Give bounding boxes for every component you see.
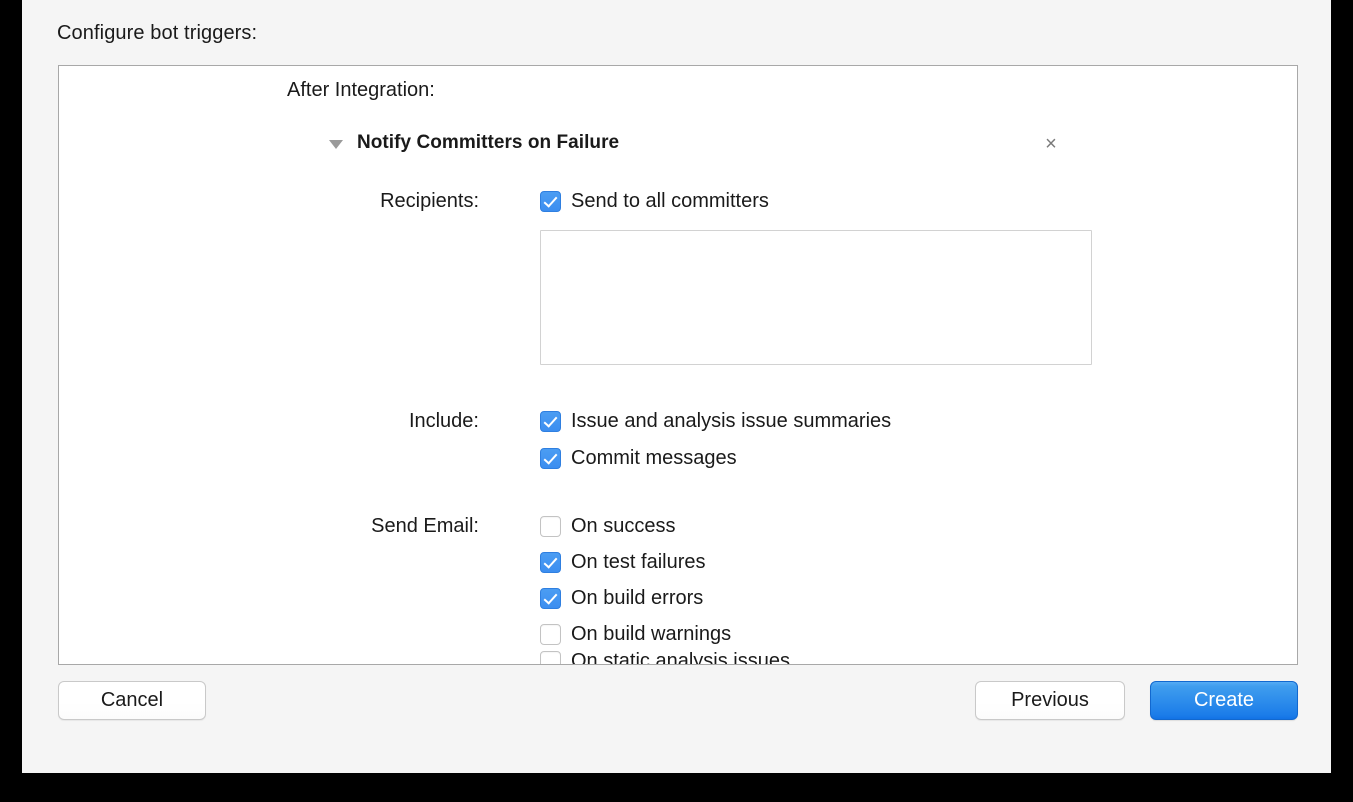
commit-messages-checkbox[interactable]	[540, 447, 561, 469]
section-heading-after-integration: After Integration:	[287, 79, 435, 101]
triggers-panel-content: After Integration: Notify Committers on …	[59, 66, 1297, 664]
configure-triggers-sheet: Configure bot triggers: After Integratio…	[22, 0, 1331, 773]
on-success-checkbox[interactable]	[540, 515, 561, 537]
on-test-failures-checkbox[interactable]	[540, 551, 561, 573]
on-static-analysis-checkbox[interactable]	[540, 650, 561, 664]
send-email-option-on-build-warnings[interactable]: On build warnings	[540, 621, 731, 647]
create-button[interactable]: Create	[1150, 681, 1298, 720]
send-email-option-on-static-analysis-clipped[interactable]: On static analysis issues	[540, 648, 1240, 665]
send-email-option-on-build-errors[interactable]: On build errors	[540, 585, 703, 611]
recipients-label: Recipients:	[380, 190, 479, 212]
send-to-all-committers-label: Send to all committers	[571, 189, 769, 212]
trigger-title: Notify Committers on Failure	[357, 132, 620, 153]
on-test-failures-label: On test failures	[571, 550, 706, 573]
send-to-all-committers-checkbox[interactable]	[540, 190, 561, 212]
triggers-scroll-panel[interactable]: After Integration: Notify Committers on …	[58, 65, 1298, 665]
include-option-commit-messages[interactable]: Commit messages	[540, 445, 737, 471]
cancel-button[interactable]: Cancel	[58, 681, 206, 720]
include-label: Include:	[408, 410, 479, 432]
on-static-analysis-row[interactable]: On static analysis issues	[540, 648, 790, 665]
on-static-analysis-label: On static analysis issues	[571, 649, 790, 665]
issue-summaries-label: Issue and analysis issue summaries	[571, 409, 892, 432]
include-option-issue-summaries[interactable]: Issue and analysis issue summaries	[540, 408, 891, 434]
on-build-errors-label: On build errors	[571, 586, 704, 609]
trigger-header-row: Notify Committers on Failure ×	[329, 132, 1269, 160]
send-to-all-committers-checkbox-row[interactable]: Send to all committers	[540, 188, 769, 214]
previous-button[interactable]: Previous	[975, 681, 1125, 720]
send-email-option-on-test-failures[interactable]: On test failures	[540, 549, 706, 575]
triangle-down-icon[interactable]	[329, 140, 343, 149]
send-email-label: Send Email:	[371, 515, 479, 537]
send-email-option-on-success[interactable]: On success	[540, 513, 675, 539]
page-title: Configure bot triggers:	[57, 22, 258, 44]
issue-summaries-checkbox[interactable]	[540, 410, 561, 432]
on-build-errors-checkbox[interactable]	[540, 587, 561, 609]
close-x-icon[interactable]: ×	[1040, 132, 1062, 156]
commit-messages-label: Commit messages	[571, 446, 737, 469]
recipients-textarea[interactable]	[540, 230, 1092, 365]
on-build-warnings-label: On build warnings	[571, 622, 732, 645]
on-build-warnings-checkbox[interactable]	[540, 623, 561, 645]
on-success-label: On success	[571, 514, 676, 537]
